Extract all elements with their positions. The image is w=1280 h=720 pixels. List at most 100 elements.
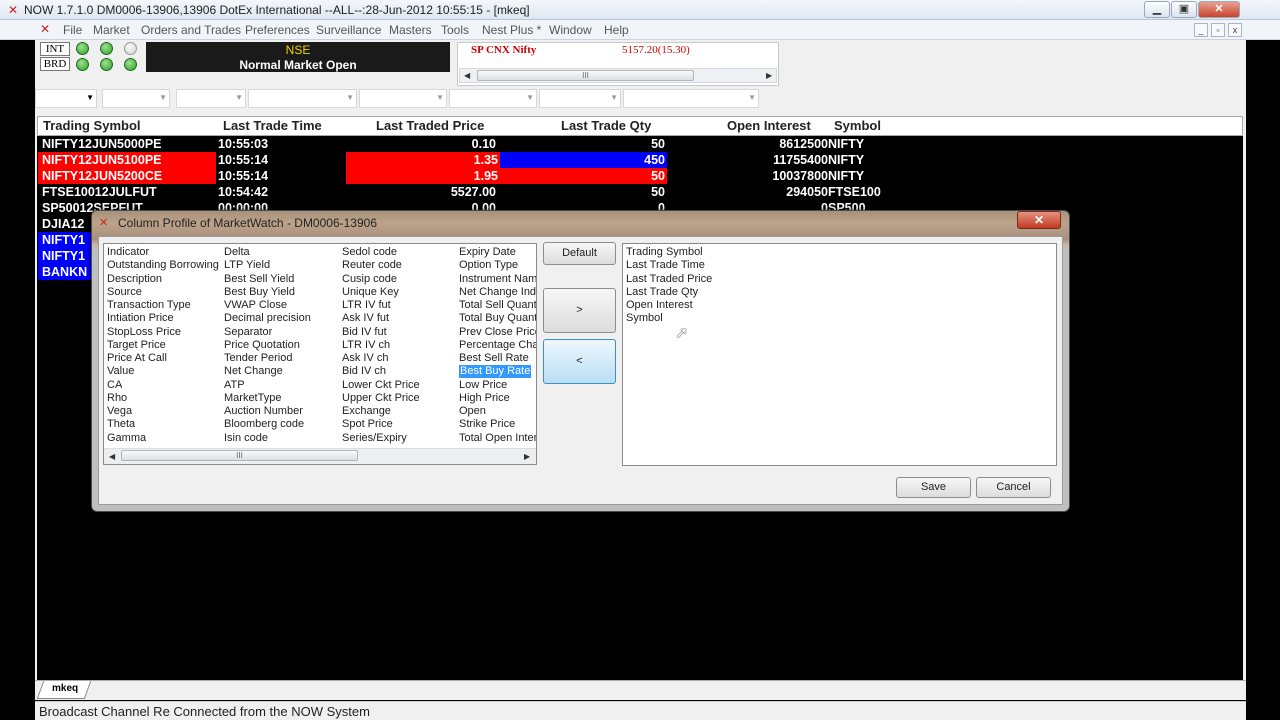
dialog-close-button[interactable]: ✕ <box>1017 211 1061 229</box>
scroll-right-icon[interactable]: ▶ <box>766 71 772 80</box>
available-column-item[interactable]: Bid IV ch <box>342 365 386 378</box>
add-column-button[interactable]: > <box>543 288 616 333</box>
available-column-item[interactable]: Exchange <box>342 405 391 418</box>
available-column-item[interactable]: Target Price <box>107 339 166 352</box>
available-column-item[interactable]: Decimal precision <box>224 312 311 325</box>
filter-dropdown[interactable]: ▼ <box>539 89 621 108</box>
available-column-item[interactable]: Best Sell Rate <box>459 352 529 365</box>
available-column-item[interactable]: Price Quotation <box>224 339 300 352</box>
remove-column-button[interactable]: < <box>543 339 616 384</box>
table-row-symbol[interactable]: NIFTY1 <box>38 232 98 248</box>
menu-tools[interactable]: Tools <box>441 23 469 37</box>
available-column-item[interactable]: Rho <box>107 392 127 405</box>
available-column-item[interactable]: Gamma <box>107 432 146 445</box>
menu-file[interactable]: File <box>63 23 82 37</box>
available-column-item[interactable]: Intiation Price <box>107 312 174 325</box>
filter-dropdown[interactable]: ▼ <box>102 89 170 108</box>
available-column-item[interactable]: Auction Number <box>224 405 303 418</box>
available-column-item[interactable]: Bid IV fut <box>342 326 387 339</box>
available-column-item[interactable]: Description <box>107 273 162 286</box>
available-column-item[interactable]: Total Open Interest <box>459 432 536 445</box>
mdi-doc-icon[interactable]: ✕ <box>40 22 50 36</box>
available-column-item[interactable]: Delta <box>224 246 250 259</box>
available-column-item[interactable]: High Price <box>459 392 510 405</box>
available-column-item[interactable]: Ask IV ch <box>342 352 388 365</box>
table-row-symbol[interactable]: NIFTY12JUN5100PE <box>38 152 216 168</box>
available-column-item[interactable]: Cusip code <box>342 273 397 286</box>
menu-surveillance[interactable]: Surveillance <box>316 23 381 37</box>
available-column-item[interactable]: StopLoss Price <box>107 326 181 339</box>
selected-column-item[interactable]: Open Interest <box>626 299 693 312</box>
table-row-symbol[interactable]: FTSE10012JULFUT <box>38 184 216 200</box>
col-header-last-traded-price[interactable]: Last Traded Price <box>376 118 484 133</box>
menu-preferences[interactable]: Preferences <box>245 23 310 37</box>
available-column-item[interactable]: Unique Key <box>342 286 399 299</box>
available-columns-list[interactable]: Indicator Outstanding Borrowings Descripti… <box>103 243 537 465</box>
ticker-scroll-thumb[interactable]: III <box>477 70 694 81</box>
available-column-item[interactable]: Ask IV fut <box>342 312 389 325</box>
scroll-left-icon[interactable]: ◀ <box>464 71 470 80</box>
available-column-item[interactable]: Outstanding Borrowings <box>107 259 219 272</box>
available-column-item[interactable]: Vega <box>107 405 132 418</box>
available-column-item[interactable]: ATP <box>224 379 245 392</box>
available-column-item[interactable]: Open <box>459 405 486 418</box>
available-column-item[interactable]: Prev Close Price <box>459 326 536 339</box>
col-header-last-trade-qty[interactable]: Last Trade Qty <box>561 118 651 133</box>
col-header-last-trade-time[interactable]: Last Trade Time <box>223 118 322 133</box>
menu-orders-and-trades[interactable]: Orders and Trades <box>141 23 241 37</box>
table-row-symbol[interactable]: BANKN <box>38 264 98 280</box>
mdi-close-button[interactable]: x <box>1228 23 1242 37</box>
scroll-left-icon[interactable]: ◀ <box>109 452 115 461</box>
cancel-button[interactable]: Cancel <box>976 477 1051 498</box>
minimize-button[interactable]: ▁ <box>1144 1 1170 18</box>
available-column-item[interactable]: Best Buy Rate <box>459 365 532 379</box>
menu-masters[interactable]: Masters <box>389 23 432 37</box>
mdi-minimize-button[interactable]: _ <box>1194 23 1208 37</box>
available-column-item[interactable]: Net Change Indicator <box>459 286 536 299</box>
available-column-item[interactable]: Sedol code <box>342 246 397 259</box>
available-column-item[interactable]: Net Change <box>224 365 283 378</box>
selected-column-item[interactable]: Last Traded Price <box>626 273 712 286</box>
available-column-item[interactable]: Lower Ckt Price <box>342 379 420 392</box>
table-row-symbol[interactable]: DJIA12 <box>38 216 98 232</box>
table-row-symbol[interactable]: NIFTY12JUN5200CE <box>38 168 216 184</box>
available-column-item[interactable]: Isin code <box>224 432 268 445</box>
available-column-item[interactable]: Separator <box>224 326 272 339</box>
available-column-item[interactable]: Price At Call <box>107 352 167 365</box>
filter-dropdown[interactable]: ▼ <box>623 89 759 108</box>
available-column-item[interactable]: VWAP Close <box>224 299 287 312</box>
available-column-item[interactable]: Indicator <box>107 246 149 259</box>
available-column-item[interactable]: LTR IV ch <box>342 339 390 352</box>
table-row-symbol[interactable]: NIFTY1 <box>38 248 98 264</box>
filter-dropdown[interactable]: ▼ <box>359 89 447 108</box>
filter-dropdown[interactable]: ▼ <box>35 89 97 108</box>
available-column-item[interactable]: Value <box>107 365 134 378</box>
scroll-right-icon[interactable]: ▶ <box>524 452 530 461</box>
save-button[interactable]: Save <box>896 477 971 498</box>
selected-column-item[interactable]: Trading Symbol <box>626 246 703 259</box>
available-column-item[interactable]: Spot Price <box>342 418 393 431</box>
menu-market[interactable]: Market <box>93 23 130 37</box>
maximize-button[interactable]: ▣ <box>1171 1 1197 18</box>
available-column-item[interactable]: Series/Expiry <box>342 432 407 445</box>
available-column-item[interactable]: Strike Price <box>459 418 515 431</box>
available-column-item[interactable]: CA <box>107 379 122 392</box>
filter-dropdown[interactable]: ▼ <box>176 89 246 108</box>
filter-dropdown[interactable]: ▼ <box>449 89 537 108</box>
available-columns-scroll-thumb[interactable]: III <box>121 450 358 461</box>
table-row-symbol[interactable]: NIFTY12JUN5000PE <box>38 136 216 152</box>
available-column-item[interactable]: Tender Period <box>224 352 293 365</box>
available-column-item[interactable]: Source <box>107 286 142 299</box>
close-button[interactable]: ✕ <box>1198 1 1240 18</box>
available-column-item[interactable]: Best Sell Yield <box>224 273 294 286</box>
available-column-item[interactable]: Option Type <box>459 259 518 272</box>
available-column-item[interactable]: Low Price <box>459 379 507 392</box>
selected-column-item[interactable]: Symbol <box>626 312 663 325</box>
filter-dropdown[interactable]: ▼ <box>248 89 357 108</box>
available-column-item[interactable]: Reuter code <box>342 259 402 272</box>
available-column-item[interactable]: Total Sell Quantity <box>459 299 536 312</box>
available-column-item[interactable]: Best Buy Yield <box>224 286 295 299</box>
available-column-item[interactable]: LTP Yield <box>224 259 270 272</box>
available-column-item[interactable]: Expiry Date <box>459 246 516 259</box>
default-button[interactable]: Default <box>543 242 616 265</box>
